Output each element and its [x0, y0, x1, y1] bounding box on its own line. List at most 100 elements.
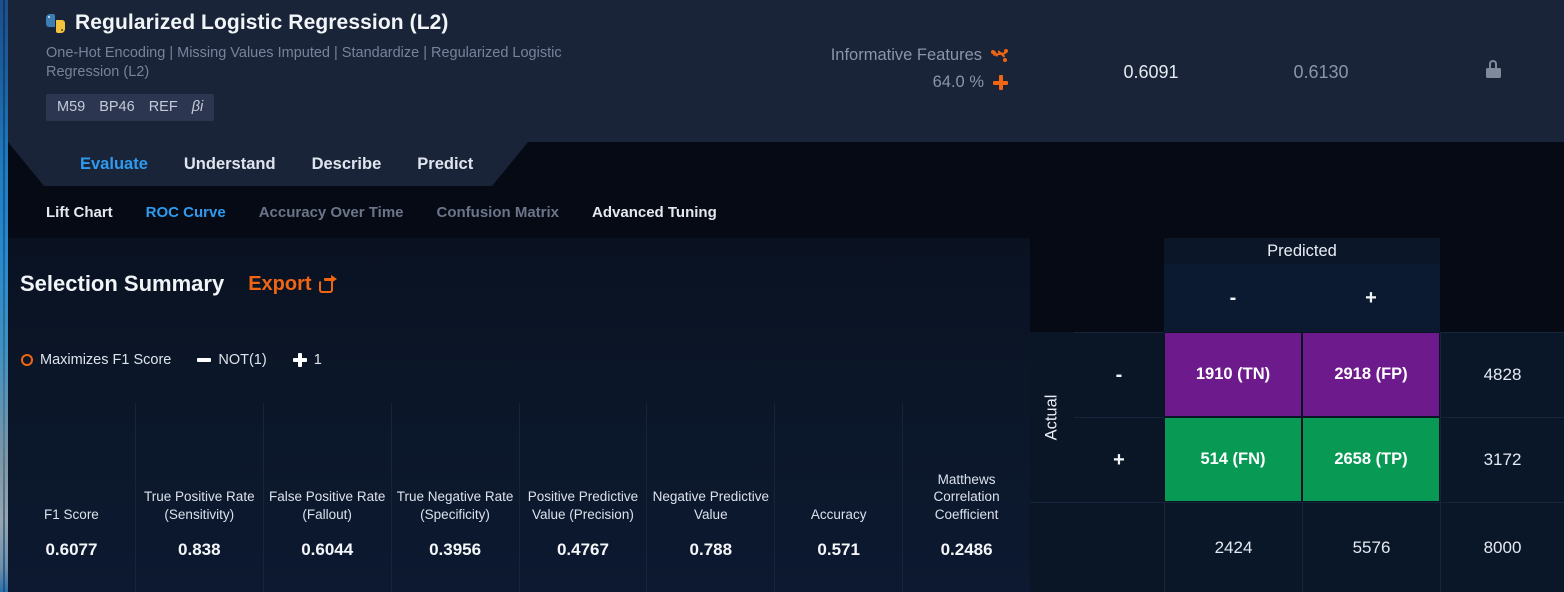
export-label: Export: [248, 273, 311, 296]
export-share-icon: [319, 275, 337, 293]
model-title: Regularized Logistic Regression (L2): [75, 11, 449, 35]
model-title-row: Regularized Logistic Regression (L2): [46, 8, 666, 38]
badge-ref: REF: [149, 99, 178, 115]
metric-header: Accuracy: [775, 403, 902, 529]
model-header: Regularized Logistic Regression (L2) One…: [8, 0, 1564, 142]
maximizes-label: Maximizes F1 Score: [40, 352, 171, 368]
metric-value: 0.788: [647, 529, 774, 592]
badge-model-id: M59: [57, 99, 85, 115]
python-icon: [46, 14, 65, 33]
metric-value: 0.4767: [520, 529, 647, 592]
cm-col-total-negative: 2424: [1164, 502, 1302, 592]
metric-column-positive-predictive-value: Positive Predictive Value (Precision) 0.…: [519, 403, 647, 592]
metric-column-f1-score: F1 Score 0.6077: [8, 403, 135, 592]
tab-predict[interactable]: Predict: [399, 142, 491, 186]
cm-row-total-negative: 4828: [1440, 332, 1564, 417]
plus-icon[interactable]: [993, 75, 1008, 90]
cm-row-sign-negative: -: [1074, 332, 1164, 417]
cm-spacer: [1030, 238, 1074, 264]
selection-summary-title: Selection Summary: [20, 271, 224, 297]
cm-col-sign-positive: +: [1302, 264, 1440, 332]
lock-icon: [1486, 60, 1501, 78]
not-class-label: NOT(1): [218, 352, 266, 368]
not-class-group[interactable]: NOT(1): [197, 352, 266, 368]
subtab-lift-chart[interactable]: Lift Chart: [46, 204, 113, 221]
export-button[interactable]: Export: [248, 273, 336, 296]
informative-features-row: Informative Features: [708, 42, 1008, 69]
subtab-accuracy-over-time[interactable]: Accuracy Over Time: [259, 204, 404, 221]
metric-header: True Negative Rate (Specificity): [392, 403, 519, 529]
badge-beta-coefficients: βi: [192, 99, 204, 115]
cm-col-sign-negative: -: [1164, 264, 1302, 332]
metric-value: 0.838: [136, 529, 263, 592]
metric-header: Matthews Correlation Coefficient: [903, 403, 1030, 529]
cm-spacer: [1440, 264, 1564, 332]
metric-column-matthews-correlation-coefficient: Matthews Correlation Coefficient 0.2486: [902, 403, 1030, 592]
selection-summary-header: Selection Summary Export: [20, 271, 337, 297]
positive-class-group[interactable]: 1: [293, 352, 322, 368]
cm-spacer: [1030, 264, 1074, 332]
cm-cell-true-negative[interactable]: 1910 (TN): [1164, 332, 1302, 417]
metric-value: 0.6077: [8, 529, 135, 592]
model-badges[interactable]: M59 BP46 REF βi: [46, 94, 214, 121]
cm-grand-total: 8000: [1440, 502, 1564, 592]
metrics-table: F1 Score 0.6077 True Positive Rate (Sens…: [8, 403, 1030, 592]
metric-header: True Positive Rate (Sensitivity): [136, 403, 263, 529]
metric-column-accuracy: Accuracy 0.571: [774, 403, 902, 592]
tab-describe[interactable]: Describe: [294, 142, 400, 186]
metric-column-true-negative-rate: True Negative Rate (Specificity) 0.3956: [391, 403, 519, 592]
metric-value: 0.2486: [903, 529, 1030, 592]
informative-features-block: Informative Features 64.0 %: [708, 42, 1008, 96]
tab-understand[interactable]: Understand: [166, 142, 294, 186]
network-graph-icon[interactable]: [991, 49, 1008, 62]
metric-column-true-positive-rate: True Positive Rate (Sensitivity) 0.838: [135, 403, 263, 592]
metric-value: 0.3956: [392, 529, 519, 592]
cm-cell-true-positive[interactable]: 2658 (TP): [1302, 417, 1440, 502]
model-header-left: Regularized Logistic Regression (L2) One…: [46, 8, 666, 121]
cm-actual-label: Actual: [1030, 332, 1074, 502]
metric-column-false-positive-rate: False Positive Rate (Fallout) 0.6044: [263, 403, 391, 592]
score-validation: 0.6091: [1066, 62, 1236, 83]
primary-tabs: Evaluate Understand Describe Predict: [8, 142, 491, 186]
subtab-roc-curve[interactable]: ROC Curve: [146, 204, 226, 221]
metric-header: F1 Score: [8, 403, 135, 529]
informative-features-pct-row: 64.0 %: [708, 69, 1008, 96]
cm-actual-label-text: Actual: [1043, 394, 1062, 440]
plus-icon: [293, 353, 307, 367]
tab-evaluate[interactable]: Evaluate: [62, 142, 166, 186]
model-badge-row: M59 BP46 REF βi: [46, 94, 666, 121]
metric-header: Positive Predictive Value (Precision): [520, 403, 647, 529]
circle-outline-icon: [21, 354, 33, 366]
metric-header: False Positive Rate (Fallout): [264, 403, 391, 529]
positive-class-label: 1: [314, 352, 322, 368]
metric-column-negative-predictive-value: Negative Predictive Value 0.788: [646, 403, 774, 592]
lock-button[interactable]: [1448, 60, 1538, 83]
metric-header: Negative Predictive Value: [647, 403, 774, 529]
cm-spacer: [1030, 502, 1074, 592]
left-accent-inner: [3, 0, 5, 592]
left-accent-strip: [0, 0, 8, 592]
model-evaluate-screen: Regularized Logistic Regression (L2) One…: [0, 0, 1564, 592]
cm-cell-false-negative[interactable]: 514 (FN): [1164, 417, 1302, 502]
cm-row-sign-positive: +: [1074, 417, 1164, 502]
cm-spacer: [1074, 264, 1164, 332]
informative-features-pct: 64.0 %: [933, 73, 984, 92]
cm-spacer: [1074, 502, 1164, 592]
secondary-tabbar: Lift Chart ROC Curve Accuracy Over Time …: [8, 186, 1564, 238]
cm-row-total-positive: 3172: [1440, 417, 1564, 502]
metric-value: 0.571: [775, 529, 902, 592]
selection-summary-panel: Selection Summary Export Maximizes F1 Sc…: [8, 238, 1030, 592]
cm-spacer: [1074, 238, 1164, 264]
badge-blueprint-id: BP46: [99, 99, 134, 115]
cm-cell-false-positive[interactable]: 2918 (FP): [1302, 332, 1440, 417]
primary-tabbar: Evaluate Understand Describe Predict: [8, 142, 1564, 186]
minus-icon: [197, 358, 211, 362]
cm-spacer: [1440, 238, 1564, 264]
subtab-advanced-tuning[interactable]: Advanced Tuning: [592, 204, 717, 221]
subtab-confusion-matrix[interactable]: Confusion Matrix: [437, 204, 560, 221]
maximizes-row: Maximizes F1 Score NOT(1) 1: [21, 352, 322, 368]
score-holdout: 0.6130: [1236, 62, 1406, 83]
confusion-matrix-grid: Predicted - + Actual - 1910 (TN) 2918 (F…: [1030, 238, 1564, 592]
confusion-matrix: Predicted - + Actual - 1910 (TN) 2918 (F…: [1030, 238, 1564, 592]
metric-value: 0.6044: [264, 529, 391, 592]
